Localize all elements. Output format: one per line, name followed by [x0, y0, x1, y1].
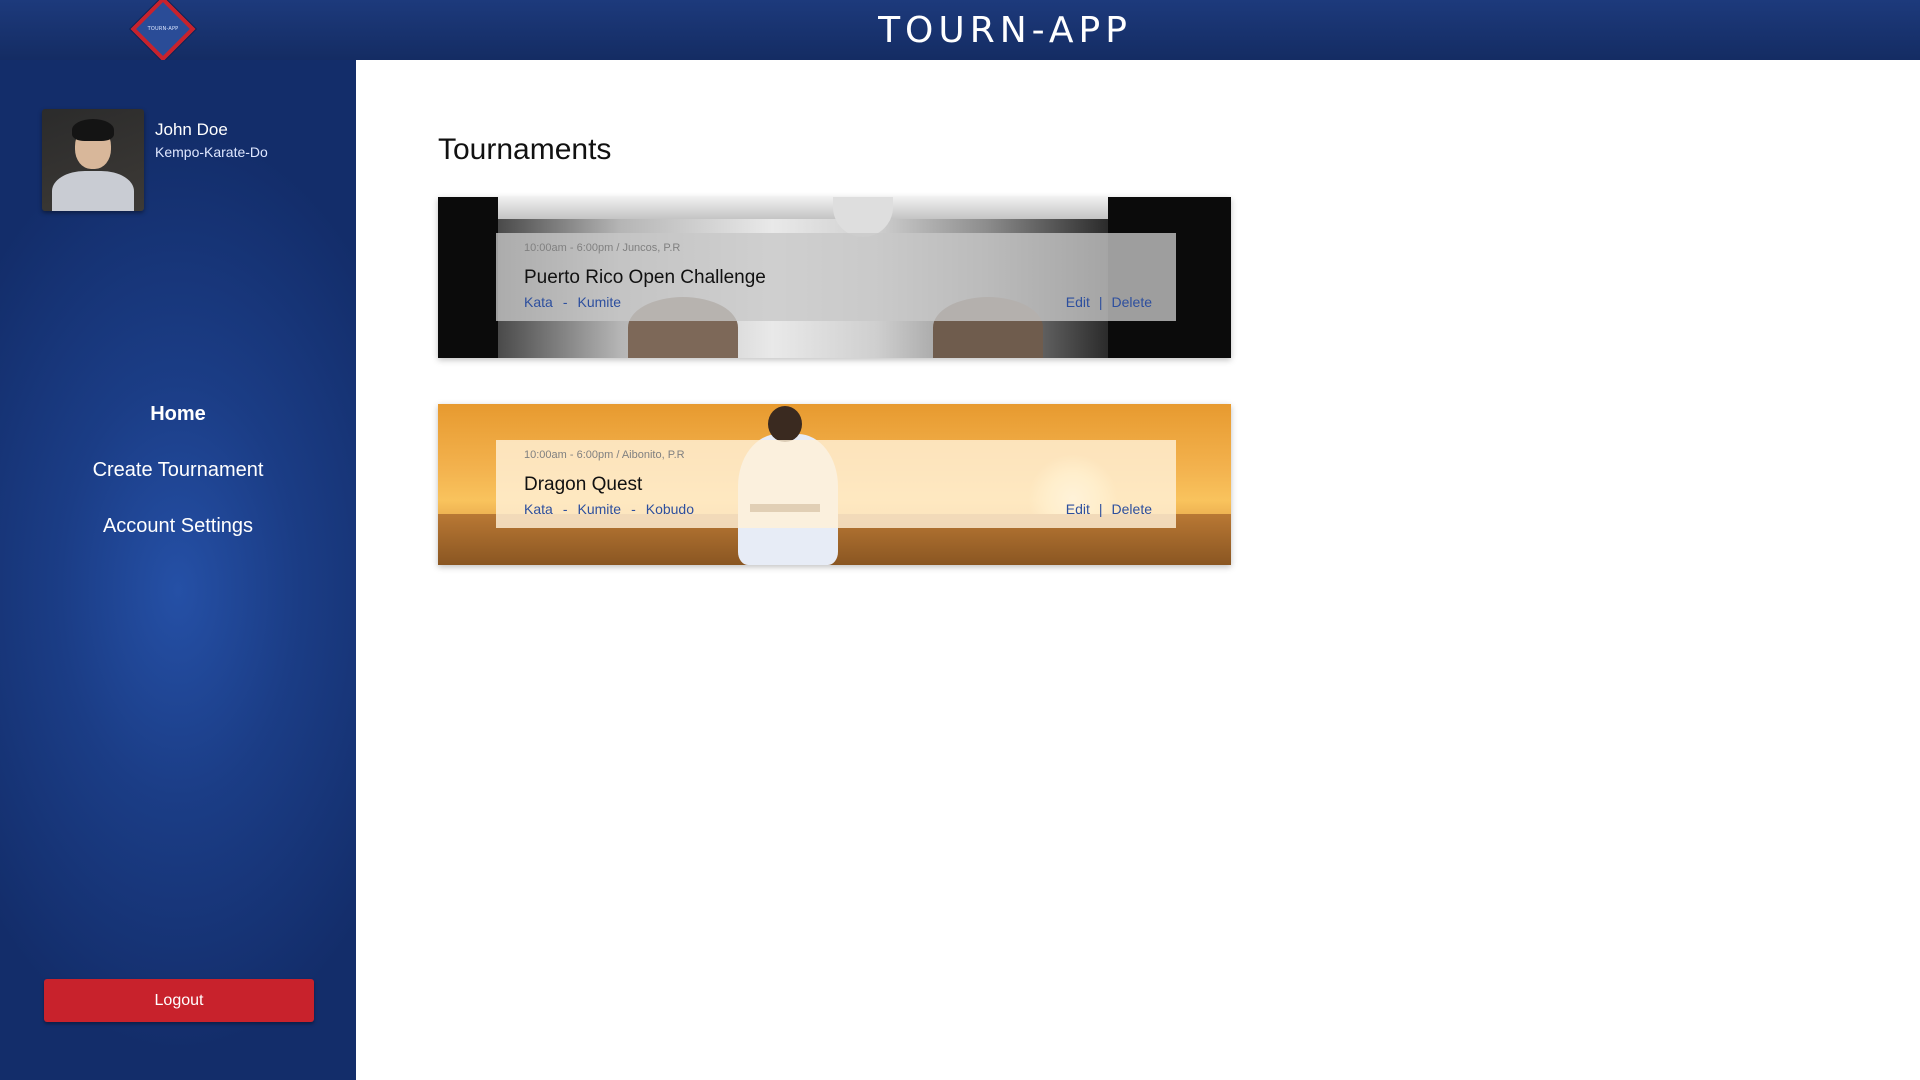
sidebar-nav: Home Create Tournament Account Settings — [0, 386, 356, 554]
category-separator: - — [631, 501, 636, 517]
page-title: Tournaments — [438, 133, 612, 166]
category-separator: - — [562, 294, 568, 310]
card-info-panel: 10:00am - 6:00pm / Juncos, P.R Puerto Ri… — [496, 233, 1176, 321]
user-martial-art: Kempo-Karate-Do — [155, 144, 268, 160]
avatar-hair — [72, 119, 114, 141]
card-image-belt — [498, 197, 1108, 219]
card-categories: Kata - Kumite - Kobudo — [524, 501, 694, 517]
category-link[interactable]: Kata — [524, 501, 553, 517]
sidebar-item-create-tournament[interactable]: Create Tournament — [93, 442, 264, 498]
card-tournament-name[interactable]: Dragon Quest — [524, 474, 642, 496]
top-header: TOURN-APP TOURN-APP — [0, 0, 1920, 62]
category-link[interactable]: Kobudo — [646, 501, 694, 517]
action-divider: | — [1098, 294, 1103, 310]
sidebar: John Doe Kempo-Karate-Do Home Create Tou… — [0, 60, 356, 1080]
category-link[interactable]: Kumite — [577, 501, 621, 517]
card-actions: Edit | Delete — [1066, 501, 1152, 517]
card-tournament-name[interactable]: Puerto Rico Open Challenge — [524, 267, 766, 289]
tournament-card[interactable]: 10:00am - 6:00pm / Aibonito, P.R Dragon … — [438, 404, 1231, 565]
category-link[interactable]: Kumite — [577, 294, 621, 310]
card-image-karateka-head — [768, 406, 802, 442]
edit-link[interactable]: Edit — [1066, 501, 1090, 517]
card-actions: Edit | Delete — [1066, 294, 1152, 310]
card-time-location: 10:00am - 6:00pm / Aibonito, P.R — [524, 449, 685, 461]
card-categories: Kata - Kumite — [524, 294, 621, 310]
user-name: John Doe — [155, 120, 228, 139]
sidebar-item-account-settings[interactable]: Account Settings — [103, 498, 253, 554]
card-info-panel: 10:00am - 6:00pm / Aibonito, P.R Dragon … — [496, 440, 1176, 528]
tournament-card[interactable]: 10:00am - 6:00pm / Juncos, P.R Puerto Ri… — [438, 197, 1231, 358]
category-separator: - — [562, 501, 568, 517]
edit-link[interactable]: Edit — [1066, 294, 1090, 310]
avatar[interactable] — [42, 109, 144, 211]
category-link[interactable]: Kata — [524, 294, 553, 310]
delete-link[interactable]: Delete — [1112, 501, 1152, 517]
avatar-shirt — [52, 171, 134, 211]
logout-button[interactable]: Logout — [44, 979, 314, 1022]
sidebar-item-home[interactable]: Home — [150, 386, 206, 442]
delete-link[interactable]: Delete — [1112, 294, 1152, 310]
app-title: TOURN-APP — [878, 9, 1132, 51]
action-divider: | — [1098, 501, 1103, 517]
card-time-location: 10:00am - 6:00pm / Juncos, P.R — [524, 242, 681, 254]
